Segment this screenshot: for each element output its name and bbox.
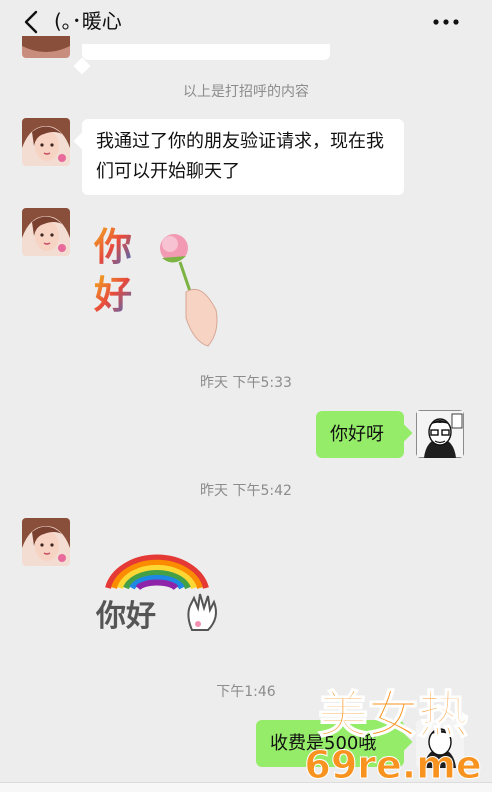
previous-message-bubble[interactable] xyxy=(82,44,330,60)
watermark-logo: 美女热 69re.me xyxy=(298,680,488,788)
sticker-hello-rose[interactable]: 你 好 xyxy=(90,222,230,352)
sticker-text: 你 xyxy=(93,225,132,269)
message-text: 你好呀 xyxy=(330,424,384,445)
svg-text:好: 好 xyxy=(93,273,132,317)
avatar-contact[interactable] xyxy=(22,118,70,166)
more-options-icon[interactable] xyxy=(430,8,462,36)
watermark-line1: 美女热 xyxy=(318,686,468,744)
sticker-hello-rainbow[interactable]: 你好 xyxy=(94,544,224,636)
timestamp: 昨天 下午5:33 xyxy=(200,375,292,391)
message-bubble-contact[interactable]: 我通过了你的朋友验证请求，现在我们可以开始聊天了 xyxy=(82,119,404,195)
system-message: 以上是打招呼的内容 xyxy=(183,84,309,100)
avatar-self[interactable] xyxy=(416,410,464,458)
message-text: 我通过了你的朋友验证请求，现在我们可以开始聊天了 xyxy=(96,131,384,182)
avatar-contact-top[interactable] xyxy=(22,36,70,58)
timestamp: 昨天 下午5:42 xyxy=(200,483,292,499)
chat-title: (｡･暖心 xyxy=(54,9,122,33)
avatar-contact[interactable] xyxy=(22,208,70,256)
top-bar: (｡･暖心 xyxy=(0,0,492,44)
svg-text:你好: 你好 xyxy=(95,599,156,634)
back-icon[interactable] xyxy=(18,8,46,36)
avatar-contact[interactable] xyxy=(22,518,70,566)
message-bubble-self[interactable]: 你好呀 xyxy=(316,411,404,458)
watermark-line2: 69re.me xyxy=(304,743,481,787)
